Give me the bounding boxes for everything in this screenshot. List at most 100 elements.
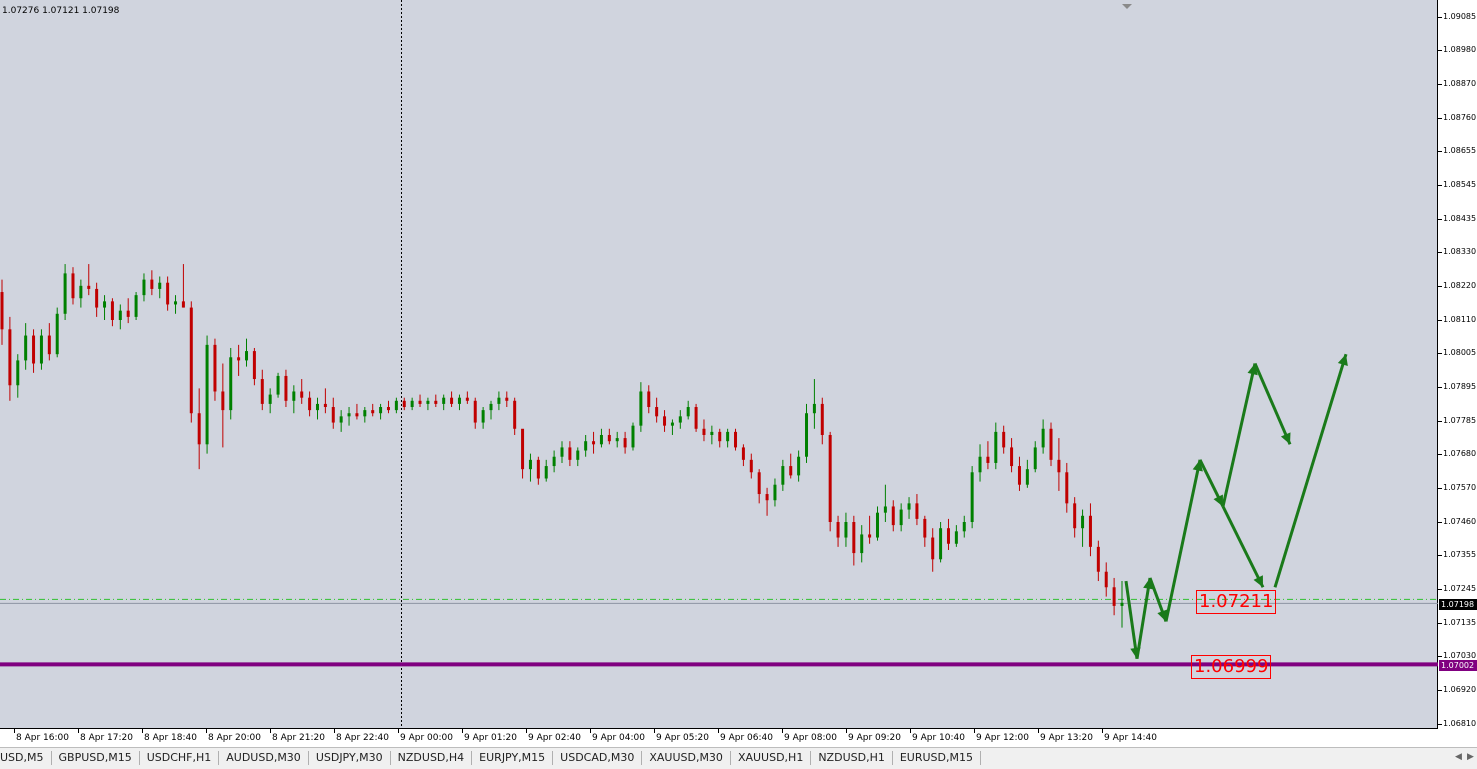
- symbol-tab[interactable]: EURJPY,M15: [479, 751, 545, 764]
- price-axis-tick: [1438, 655, 1442, 657]
- candle-body: [205, 344, 209, 445]
- candle-body: [702, 428, 706, 435]
- symbol-tab[interactable]: EURUSD,M15: [900, 751, 973, 764]
- projection-arrow: [1221, 505, 1265, 588]
- time-axis-label: 9 Apr 10:40: [912, 733, 965, 743]
- chart-area[interactable]: 1.07276 1.07121 1.07198 1.07211 1.06999: [0, 0, 1438, 729]
- price-axis-tick: [1438, 352, 1442, 354]
- symbol-tab[interactable]: XAUUSD,M30: [649, 751, 723, 764]
- price-axis-label: 1.07030: [1443, 650, 1477, 660]
- symbol-tab[interactable]: NZDUSD,H4: [398, 751, 465, 764]
- price-axis-tick: [1438, 184, 1442, 186]
- price-axis-label: 1.08980: [1443, 44, 1477, 54]
- candle-body: [268, 394, 272, 404]
- symbol-tab[interactable]: XAUUSD,H1: [738, 751, 803, 764]
- price-axis-tick: [1438, 17, 1442, 18]
- candle-body: [379, 407, 383, 414]
- candle-body: [528, 459, 532, 470]
- candle-body: [166, 282, 170, 305]
- candle-body: [284, 375, 288, 401]
- candle-body: [1033, 447, 1037, 470]
- projection-arrow: [1124, 580, 1139, 659]
- candle-body: [868, 534, 872, 538]
- candle-body: [623, 438, 627, 448]
- symbol-tab[interactable]: NZDUSD,H1: [818, 751, 885, 764]
- price-axis-label: 1.08005: [1443, 347, 1477, 357]
- projection-arrow: [1221, 363, 1257, 507]
- symbol-tab[interactable]: GBPUSD,M15: [59, 751, 132, 764]
- symbol-tab[interactable]: USDCHF,H1: [147, 751, 212, 764]
- candle-body: [481, 410, 485, 423]
- symbol-tab[interactable]: USD,M5: [0, 751, 44, 764]
- time-axis-label: 9 Apr 08:00: [784, 733, 837, 743]
- candle-body: [891, 506, 895, 526]
- symbol-tab[interactable]: USDJPY,M30: [316, 751, 383, 764]
- candle-body: [726, 431, 730, 442]
- time-axis-tick: [910, 729, 911, 733]
- candle-body: [536, 459, 540, 479]
- time-axis-label: 9 Apr 12:00: [976, 733, 1029, 743]
- candle-body: [749, 459, 753, 473]
- candle-body: [110, 301, 114, 320]
- candle-body: [757, 472, 761, 495]
- candle-body: [599, 434, 603, 445]
- price-axis-label: 1.08110: [1443, 315, 1477, 324]
- scroll-right-icon[interactable]: ▶: [1467, 752, 1474, 762]
- candle-body: [844, 522, 848, 538]
- candle-body: [907, 503, 911, 510]
- candle-body: [1096, 546, 1100, 572]
- price-axis-tick: [1438, 453, 1442, 455]
- time-axis-label: 9 Apr 14:40: [1104, 733, 1157, 743]
- tab-separator: [138, 751, 140, 765]
- price-axis-label: 1.08220: [1443, 280, 1477, 290]
- candle-body: [118, 310, 122, 320]
- time-axis[interactable]: 8 Apr 16:00 8 Apr 17:20 8 Apr 18:40 8 Apr 2…: [0, 729, 1438, 747]
- candle-body: [434, 400, 438, 404]
- target-upper-label[interactable]: 1.07211: [1196, 590, 1277, 614]
- time-axis-tick: [462, 729, 463, 733]
- candle-body: [584, 441, 588, 451]
- time-axis-label: 9 Apr 13:20: [1040, 733, 1093, 743]
- candle-body: [1049, 428, 1053, 460]
- candle-body: [63, 273, 67, 314]
- candle-body: [994, 431, 998, 463]
- candle-body: [797, 456, 801, 476]
- tab-separator: [552, 751, 554, 765]
- candle-body: [355, 413, 359, 417]
- candle-body: [315, 403, 319, 411]
- price-axis-tick: [1438, 118, 1442, 119]
- price-axis-label: 1.08760: [1443, 113, 1477, 122]
- price-axis-label: 1.08330: [1443, 246, 1477, 256]
- target-lower-label[interactable]: 1.06999: [1191, 655, 1272, 679]
- price-axis[interactable]: 1.09085 1.08980 1.08870 1.08760 1.08655 1.085…: [1438, 0, 1477, 730]
- projection-arrow: [1253, 362, 1292, 445]
- time-axis-label: 9 Apr 04:00: [592, 733, 645, 743]
- price-axis-tick: [1438, 49, 1442, 51]
- chart-shift-marker-icon: [1122, 4, 1132, 9]
- candle-body: [805, 413, 809, 457]
- time-axis-tick: [654, 729, 655, 733]
- candle-body: [615, 438, 619, 442]
- price-axis-label: 1.07785: [1443, 416, 1477, 425]
- price-axis-tick: [1438, 219, 1442, 220]
- symbol-tab[interactable]: USDCAD,M30: [560, 751, 634, 764]
- tab-separator: [307, 751, 309, 765]
- price-axis-label: 1.07355: [1443, 549, 1477, 559]
- candle-body: [576, 450, 580, 460]
- candle-body: [32, 335, 36, 364]
- candle-body: [252, 351, 256, 380]
- candle-body: [962, 522, 966, 532]
- time-axis-tick: [782, 729, 783, 733]
- price-axis-tick: [1438, 83, 1442, 85]
- projection-arrow: [1273, 353, 1348, 588]
- symbol-tab[interactable]: AUDUSD,M30: [226, 751, 301, 764]
- candle-body: [174, 301, 178, 305]
- candle-body: [954, 531, 958, 544]
- scroll-left-icon[interactable]: ◀: [1455, 752, 1462, 762]
- candle-body: [300, 391, 304, 398]
- candle-body: [1010, 447, 1014, 467]
- time-axis-label: 8 Apr 17:20: [80, 733, 133, 743]
- time-axis-tick: [78, 729, 79, 733]
- tab-separator: [218, 751, 220, 765]
- candle-body: [189, 307, 193, 414]
